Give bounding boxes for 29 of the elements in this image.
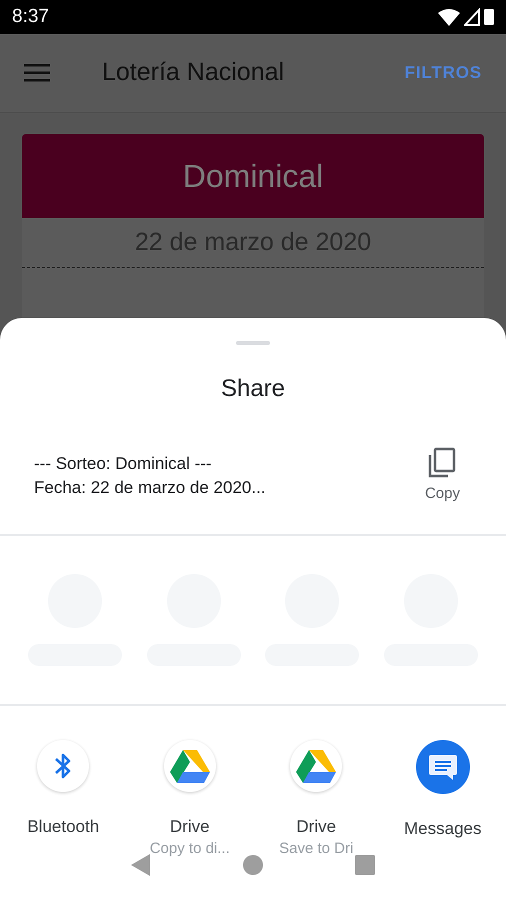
- preview-text: --- Sorteo: Dominical ---: [34, 453, 213, 476]
- app-label: Bluetooth: [27, 816, 100, 838]
- battery-icon: [484, 8, 494, 26]
- back-icon[interactable]: [130, 853, 152, 877]
- home-icon[interactable]: [242, 854, 264, 876]
- app-sublabel: Save to Dri: [279, 838, 354, 858]
- share-target[interactable]: Bluetooth: [0, 740, 126, 860]
- share-target[interactable]: Drive Save to Dri: [253, 740, 380, 860]
- app-label: Drive: [170, 816, 210, 838]
- share-target[interactable]: Drive Copy to di...: [126, 740, 253, 860]
- preview-text: Fecha: 22 de marzo de 2020...: [34, 477, 266, 500]
- drive-icon: [290, 740, 342, 792]
- recents-icon[interactable]: [354, 854, 376, 876]
- copy-button[interactable]: Copy: [424, 447, 460, 506]
- wifi-icon: [438, 8, 460, 26]
- app-title: Lotería Nacional: [102, 57, 284, 88]
- copy-icon: [427, 447, 458, 479]
- menu-icon[interactable]: [24, 63, 52, 83]
- drag-handle[interactable]: [236, 341, 270, 345]
- status-time: 8:37: [12, 4, 49, 29]
- draw-name: Dominical: [182, 157, 324, 196]
- sheet-title: Share: [220, 374, 286, 404]
- share-target[interactable]: Messages: [380, 740, 506, 860]
- drive-icon: [164, 740, 216, 792]
- signal-icon: [464, 8, 480, 26]
- app-label: Messages: [404, 818, 482, 840]
- bluetooth-icon: [37, 740, 90, 792]
- app-label: Drive: [296, 816, 336, 838]
- app-sublabel: Copy to di...: [150, 838, 230, 858]
